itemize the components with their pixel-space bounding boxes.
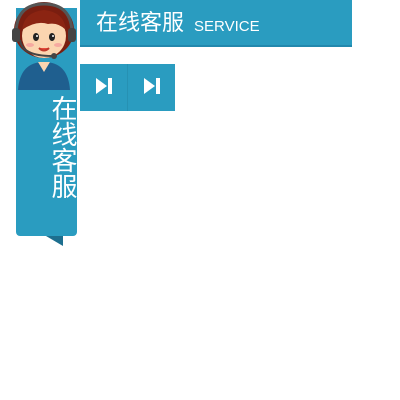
header-title: 在线客服 bbox=[96, 10, 185, 36]
service-header[interactable]: 在线客服 SERVICE bbox=[80, 0, 352, 47]
skip-next-button-1[interactable] bbox=[80, 64, 128, 111]
skip-next-icon bbox=[94, 76, 114, 100]
header-subtitle: SERVICE bbox=[194, 18, 260, 35]
control-buttons bbox=[80, 64, 175, 111]
skip-next-icon bbox=[142, 76, 162, 100]
customer-service-agent-avatar bbox=[8, 0, 80, 90]
skip-next-button-2[interactable] bbox=[128, 64, 175, 111]
side-tab-label[interactable]: 在线客服 bbox=[16, 95, 77, 199]
side-tab-notch bbox=[46, 236, 63, 246]
